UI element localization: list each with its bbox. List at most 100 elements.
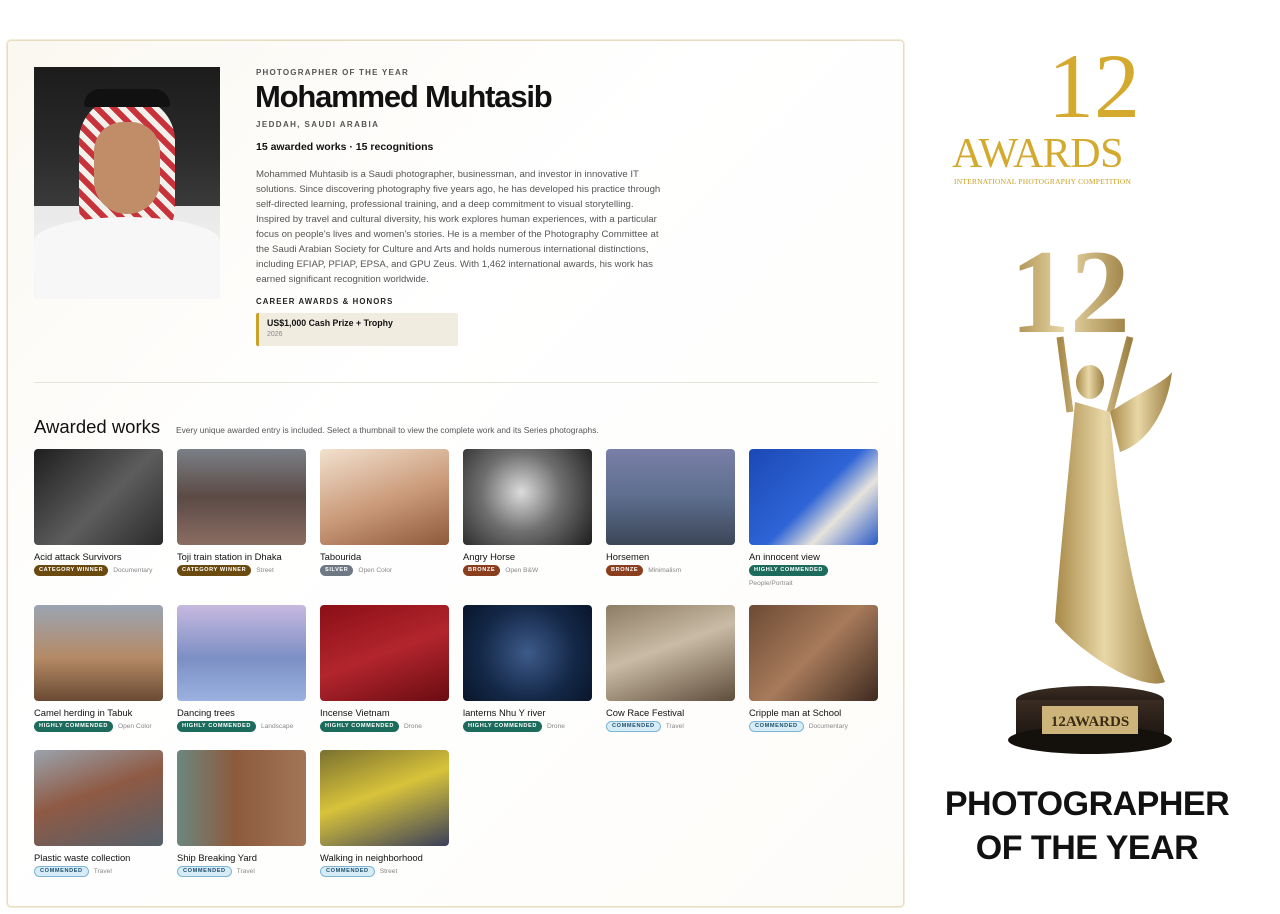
work-thumbnail[interactable] bbox=[749, 605, 878, 701]
work-tile[interactable]: Incense Vietnam HIGHLY COMMENDED Drone bbox=[320, 605, 449, 732]
work-tile[interactable]: Cripple man at School COMMENDED Documentar… bbox=[749, 605, 878, 732]
work-meta: COMMENDED Travel bbox=[606, 721, 735, 732]
awards-stats: 15 awarded works · 15 recognitions bbox=[256, 141, 434, 153]
work-title[interactable]: Ship Breaking Yard bbox=[177, 852, 306, 863]
work-category: Travel bbox=[665, 723, 684, 730]
awarded-works-grid: Acid attack Survivors CATEGORY WINNER Docu… bbox=[34, 449, 884, 889]
work-tile[interactable]: Walking in neighborhood COMMENDED Street bbox=[320, 750, 449, 877]
work-meta: COMMENDED Travel bbox=[177, 866, 306, 877]
work-thumbnail[interactable] bbox=[177, 750, 306, 846]
award-badge: HIGHLY COMMENDED bbox=[177, 721, 256, 732]
work-title[interactable]: Angry Horse bbox=[463, 551, 592, 562]
work-tile[interactable]: Ship Breaking Yard COMMENDED Travel bbox=[177, 750, 306, 877]
work-thumbnail[interactable] bbox=[606, 449, 735, 545]
career-award-title: US$1,000 Cash Prize + Trophy bbox=[267, 318, 393, 328]
work-meta: CATEGORY WINNER Documentary bbox=[34, 565, 163, 576]
photographer-of-the-year-headline: PHOTOGRAPHER OF THE YEAR bbox=[940, 782, 1234, 870]
work-title[interactable]: Walking in neighborhood bbox=[320, 852, 449, 863]
work-meta: CATEGORY WINNER Street bbox=[177, 565, 306, 576]
work-category: Travel bbox=[236, 868, 255, 875]
work-category: Minimalism bbox=[648, 567, 682, 574]
work-category: Street bbox=[256, 567, 274, 574]
work-meta: COMMENDED Travel bbox=[34, 866, 163, 877]
work-title[interactable]: An innocent view bbox=[749, 551, 878, 562]
work-thumbnail[interactable] bbox=[34, 605, 163, 701]
work-title[interactable]: Horsemen bbox=[606, 551, 735, 562]
profile-eyebrow: PHOTOGRAPHER OF THE YEAR bbox=[256, 68, 409, 77]
award-badge: CATEGORY WINNER bbox=[177, 565, 252, 576]
award-badge: COMMENDED bbox=[606, 721, 661, 732]
work-category: Open Color bbox=[358, 567, 393, 574]
photographer-location: JEDDAH, SAUDI ARABIA bbox=[256, 120, 380, 129]
work-category: Travel bbox=[93, 868, 112, 875]
logo-word: AWARDS bbox=[952, 131, 1124, 177]
work-meta: HIGHLY COMMENDED People/Portrait bbox=[749, 565, 878, 589]
award-badge: COMMENDED bbox=[34, 866, 89, 877]
work-tile[interactable]: Angry Horse BRONZE Open B&W bbox=[463, 449, 592, 576]
work-thumbnail[interactable] bbox=[463, 605, 592, 701]
work-category: Drone bbox=[403, 723, 422, 730]
work-category: Documentary bbox=[808, 723, 848, 730]
work-category: People/Portrait bbox=[749, 580, 793, 587]
trophy-head bbox=[1076, 365, 1104, 399]
work-title[interactable]: Dancing trees bbox=[177, 707, 306, 718]
work-tile[interactable]: Toji train station in Dhaka CATEGORY WINN… bbox=[177, 449, 306, 576]
work-meta: BRONZE Open B&W bbox=[463, 565, 592, 576]
work-tile[interactable]: Plastic waste collection COMMENDED Travel bbox=[34, 750, 163, 877]
portrait-thobe bbox=[34, 217, 220, 299]
work-tile[interactable]: Horsemen BRONZE Minimalism bbox=[606, 449, 735, 576]
award-badge: HIGHLY COMMENDED bbox=[34, 721, 113, 732]
work-thumbnail[interactable] bbox=[463, 449, 592, 545]
work-meta: SILVER Open Color bbox=[320, 565, 449, 576]
work-title[interactable]: Tabourida bbox=[320, 551, 449, 562]
award-badge: COMMENDED bbox=[177, 866, 232, 877]
work-category: Open B&W bbox=[505, 567, 539, 574]
work-meta: COMMENDED Documentary bbox=[749, 721, 878, 732]
work-tile[interactable]: lanterns Nhu Y river HIGHLY COMMENDED Dron… bbox=[463, 605, 592, 732]
work-title[interactable]: Acid attack Survivors bbox=[34, 551, 163, 562]
work-tile[interactable]: Cow Race Festival COMMENDED Travel bbox=[606, 605, 735, 732]
work-title[interactable]: Camel herding in Tabuk bbox=[34, 707, 163, 718]
award-badge: BRONZE bbox=[606, 565, 644, 576]
work-thumbnail[interactable] bbox=[34, 750, 163, 846]
career-award-year: 2026 bbox=[267, 331, 283, 338]
career-award-card: US$1,000 Cash Prize + Trophy 2026 bbox=[256, 313, 458, 346]
award-badge: BRONZE bbox=[463, 565, 501, 576]
award-badge: SILVER bbox=[320, 565, 354, 576]
work-title[interactable]: Cripple man at School bbox=[749, 707, 878, 718]
award-badge: CATEGORY WINNER bbox=[34, 565, 109, 576]
competition-logo: 12 AWARDS INTERNATIONAL PHOTOGRAPHY COMP… bbox=[948, 40, 1153, 190]
work-thumbnail[interactable] bbox=[320, 605, 449, 701]
work-title[interactable]: Toji train station in Dhaka bbox=[177, 551, 306, 562]
section-divider bbox=[34, 382, 878, 383]
work-meta: HIGHLY COMMENDED Open Color bbox=[34, 721, 163, 732]
award-badge: COMMENDED bbox=[320, 866, 375, 877]
trophy-number: 12 bbox=[1010, 225, 1130, 358]
work-tile[interactable]: Acid attack Survivors CATEGORY WINNER Docu… bbox=[34, 449, 163, 576]
headline-line-1: PHOTOGRAPHER bbox=[944, 785, 1230, 823]
award-badge: HIGHLY COMMENDED bbox=[463, 721, 542, 732]
work-meta: COMMENDED Street bbox=[320, 866, 449, 877]
work-thumbnail[interactable] bbox=[177, 605, 306, 701]
work-thumbnail[interactable] bbox=[177, 449, 306, 545]
work-thumbnail[interactable] bbox=[320, 449, 449, 545]
work-title[interactable]: Incense Vietnam bbox=[320, 707, 449, 718]
photographer-bio: Mohammed Muhtasib is a Saudi photographe… bbox=[256, 169, 661, 285]
work-tile[interactable]: An innocent view HIGHLY COMMENDED People/P… bbox=[749, 449, 878, 589]
work-thumbnail[interactable] bbox=[606, 605, 735, 701]
work-title[interactable]: Plastic waste collection bbox=[34, 852, 163, 863]
photographer-portrait bbox=[34, 67, 220, 299]
work-tile[interactable]: Dancing trees HIGHLY COMMENDED Landscape bbox=[177, 605, 306, 732]
portrait-agal bbox=[84, 89, 170, 107]
work-thumbnail[interactable] bbox=[34, 449, 163, 545]
career-awards-heading: CAREER AWARDS & HONORS bbox=[256, 297, 394, 306]
work-thumbnail[interactable] bbox=[749, 449, 878, 545]
work-title[interactable]: Cow Race Festival bbox=[606, 707, 735, 718]
work-thumbnail[interactable] bbox=[320, 750, 449, 846]
work-meta: HIGHLY COMMENDED Drone bbox=[320, 721, 449, 732]
portrait-face bbox=[94, 122, 160, 214]
work-tile[interactable]: Camel herding in Tabuk HIGHLY COMMENDED Op… bbox=[34, 605, 163, 732]
work-title[interactable]: lanterns Nhu Y river bbox=[463, 707, 592, 718]
work-category: Open Color bbox=[117, 723, 152, 730]
work-tile[interactable]: Tabourida SILVER Open Color bbox=[320, 449, 449, 576]
